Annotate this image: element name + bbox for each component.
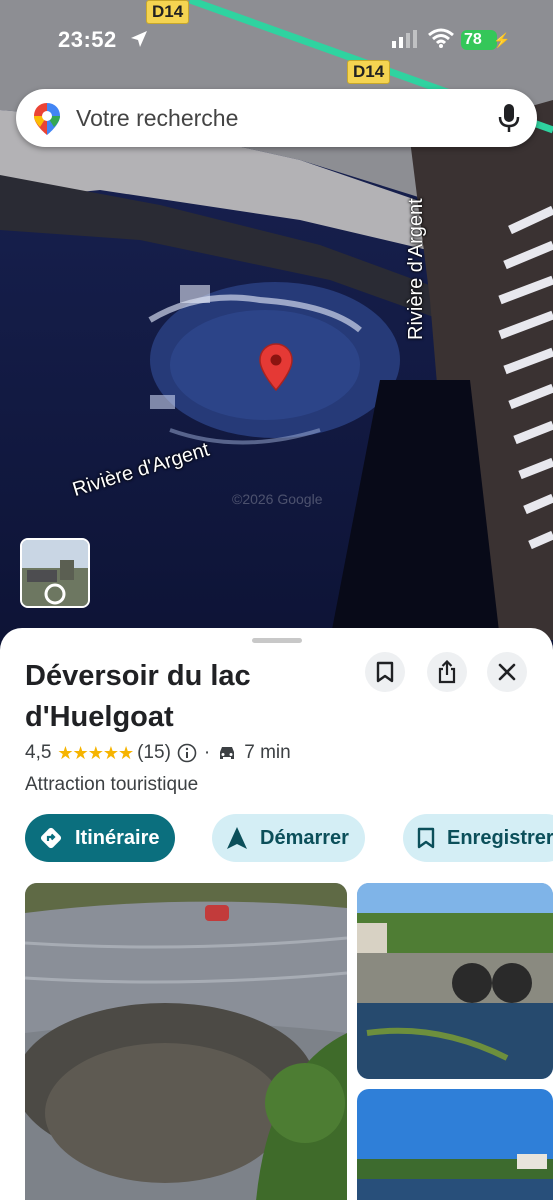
share-icon	[438, 660, 456, 684]
bookmark-icon	[376, 661, 394, 683]
place-photo-main[interactable]	[25, 883, 347, 1200]
bookmark-icon	[417, 827, 435, 849]
cellular-signal-icon	[392, 30, 418, 53]
place-details-sheet: Déversoir du lac d'Huelgoat 4,5 ★★★★★ (1…	[0, 628, 553, 1200]
directions-label: Itinéraire	[75, 826, 160, 849]
google-maps-pin-icon	[33, 102, 61, 141]
search-bar[interactable]: Votre recherche	[16, 89, 537, 147]
place-title: Déversoir du lac d'Huelgoat	[25, 660, 251, 733]
street-view-thumbnail[interactable]	[20, 538, 90, 608]
star-rating: ★★★★★	[57, 742, 134, 763]
directions-button[interactable]: Itinéraire	[25, 814, 176, 862]
separator: ·	[203, 742, 211, 763]
rating-value: 4,5	[25, 742, 52, 763]
save-button[interactable]: Enregistrer	[403, 814, 553, 862]
wifi-icon	[428, 28, 454, 53]
clock: 23:52	[58, 27, 117, 52]
search-input[interactable]: Votre recherche	[76, 105, 238, 132]
microphone-icon[interactable]	[498, 103, 520, 138]
save-label: Enregistrer	[447, 826, 553, 849]
map-view[interactable]: D14 D14 Rivière d'Argent Rivière d'Argen…	[0, 0, 553, 660]
map-watermark: ©2026 Google	[232, 491, 323, 507]
charging-bolt-icon: ⚡	[493, 32, 511, 48]
close-icon	[498, 663, 516, 681]
info-icon[interactable]	[177, 743, 197, 763]
share-button[interactable]	[427, 652, 467, 692]
battery-indicator: 78	[461, 30, 497, 50]
start-label: Démarrer	[260, 826, 349, 849]
status-bar: 23:52 78 ⚡	[0, 0, 553, 80]
start-navigation-button[interactable]: Démarrer	[212, 814, 365, 862]
rating-row: 4,5 ★★★★★ (15) · 7 min	[25, 742, 291, 764]
place-photo-2[interactable]	[357, 883, 553, 1079]
navigation-arrow-icon	[227, 827, 247, 849]
sheet-drag-handle[interactable]	[252, 638, 302, 643]
review-count[interactable]: (15)	[137, 742, 171, 764]
car-icon	[217, 745, 237, 761]
place-category: Attraction touristique	[25, 774, 199, 795]
location-arrow-icon	[130, 30, 148, 53]
river-label-vertical: Rivière d'Argent	[405, 198, 427, 340]
directions-icon	[40, 827, 62, 849]
save-bookmark-button[interactable]	[365, 652, 405, 692]
drive-time: 7 min	[244, 742, 291, 763]
location-marker-icon[interactable]	[259, 343, 293, 396]
close-button[interactable]	[487, 652, 527, 692]
place-photo-3[interactable]	[357, 1089, 553, 1200]
